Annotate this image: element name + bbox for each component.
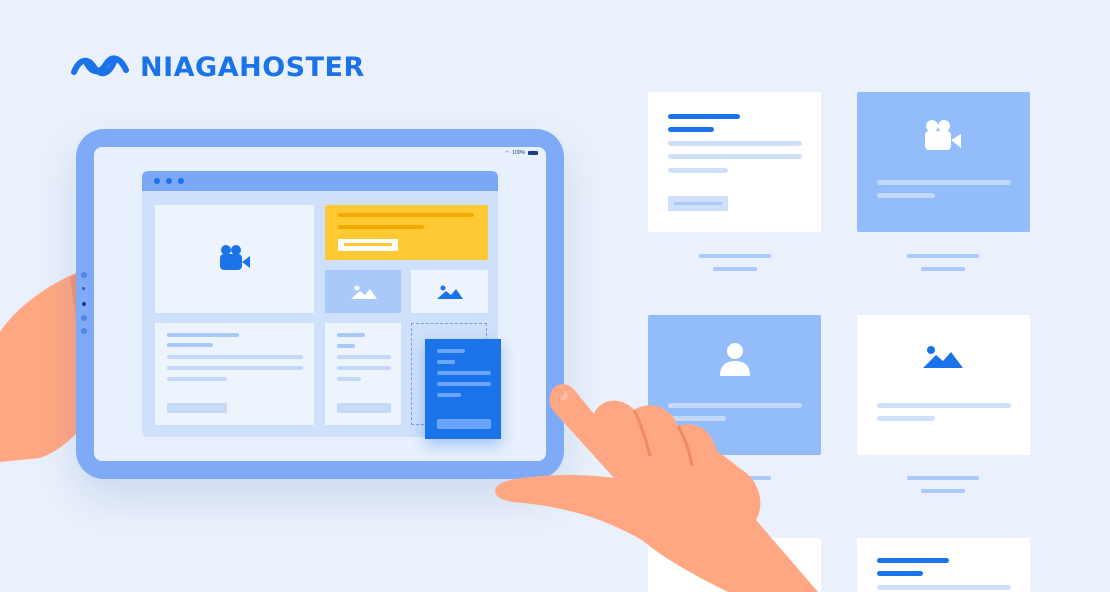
template-card[interactable] xyxy=(857,315,1030,455)
text-line xyxy=(338,225,424,229)
side-button xyxy=(81,328,87,334)
text-line xyxy=(668,127,714,132)
text-line xyxy=(668,114,740,119)
window-dot xyxy=(154,178,160,184)
card-caption xyxy=(713,267,757,271)
text-line xyxy=(337,377,361,381)
text-line xyxy=(167,343,213,347)
card-caption xyxy=(699,254,771,258)
side-button xyxy=(81,315,87,321)
text-line xyxy=(337,333,365,337)
button-label-line xyxy=(674,202,722,205)
text-line xyxy=(877,571,923,576)
button-label-line xyxy=(344,243,392,246)
block-button[interactable] xyxy=(337,403,391,413)
text-line xyxy=(167,333,239,337)
highlight-card[interactable] xyxy=(325,205,488,260)
status-bar: ◠ 100% xyxy=(505,150,538,156)
text-line xyxy=(338,213,474,217)
block-button[interactable] xyxy=(167,403,227,413)
text-line xyxy=(877,585,1011,590)
text-line xyxy=(877,193,935,198)
camera-icon xyxy=(925,120,961,150)
text-line xyxy=(337,355,391,359)
wifi-icon: ◠ xyxy=(504,150,510,156)
window-dot xyxy=(178,178,184,184)
text-line xyxy=(167,366,303,370)
text-line xyxy=(167,377,227,381)
text-line xyxy=(877,180,1011,185)
card-caption xyxy=(907,476,979,480)
text-block[interactable] xyxy=(325,323,401,425)
text-line xyxy=(668,168,728,173)
side-button xyxy=(82,302,86,306)
text-line xyxy=(337,344,355,348)
text-line xyxy=(337,366,391,370)
template-card[interactable] xyxy=(857,538,1030,592)
image-icon xyxy=(437,285,463,299)
card-button[interactable] xyxy=(338,239,398,251)
text-line xyxy=(877,558,949,563)
card-caption xyxy=(907,254,979,258)
text-line xyxy=(437,360,455,364)
brand-logo[interactable]: NIAGAHOSTER xyxy=(68,50,365,84)
side-button xyxy=(82,287,85,290)
card-caption xyxy=(921,489,965,493)
text-line xyxy=(668,154,802,159)
card-caption xyxy=(921,267,965,271)
template-card[interactable] xyxy=(648,92,821,232)
window-dot xyxy=(166,178,172,184)
brand-name: NIAGAHOSTER xyxy=(140,51,365,83)
card-button[interactable] xyxy=(668,196,728,211)
video-block[interactable] xyxy=(155,205,314,313)
text-line xyxy=(877,416,935,421)
text-line xyxy=(437,349,465,353)
battery-icon xyxy=(528,151,538,155)
text-block[interactable] xyxy=(155,323,314,425)
text-line xyxy=(877,403,1011,408)
pointing-hand-illustration xyxy=(495,384,818,592)
browser-titlebar xyxy=(142,171,498,191)
logo-icon xyxy=(71,55,129,77)
text-line xyxy=(167,355,303,359)
image-block[interactable] xyxy=(325,270,401,313)
image-block[interactable] xyxy=(411,270,488,313)
side-button xyxy=(81,272,87,278)
template-card[interactable] xyxy=(857,92,1030,232)
image-icon xyxy=(351,285,377,299)
text-line xyxy=(437,393,461,397)
text-line xyxy=(668,141,802,146)
camera-icon xyxy=(220,245,250,270)
image-icon xyxy=(923,346,963,368)
battery-text: 100% xyxy=(512,150,525,156)
